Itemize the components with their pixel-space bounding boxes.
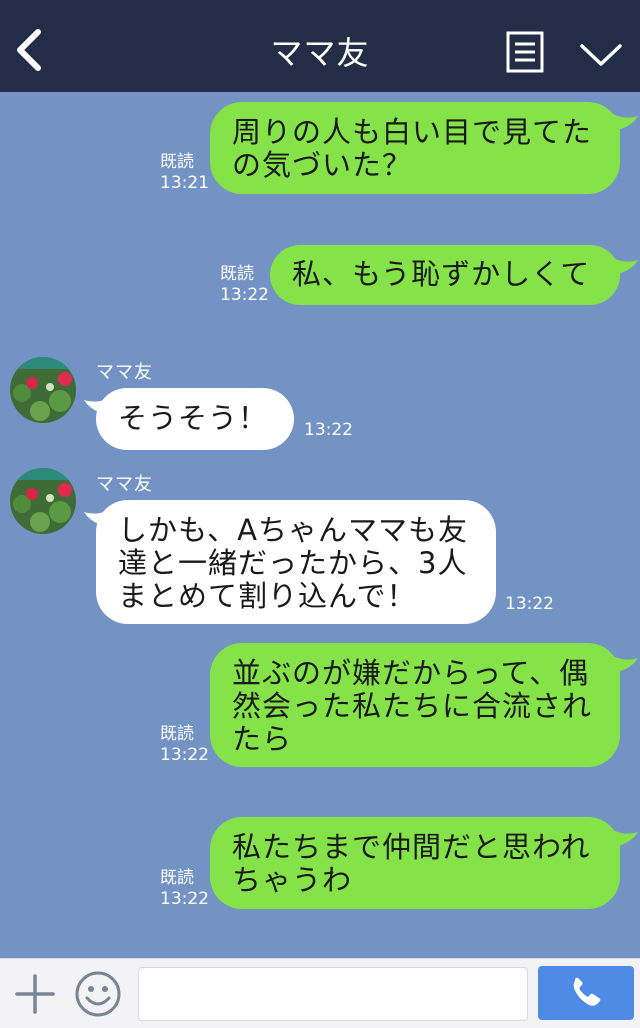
message-time: 13:22	[505, 594, 554, 614]
message-text: 私、もう恥ずかしくて	[292, 257, 591, 291]
outgoing-message[interactable]: 周りの人も白い目で見てた の気づいた？	[210, 102, 620, 194]
avatar[interactable]	[10, 468, 76, 534]
message-meta: 既読 13:22	[220, 264, 269, 306]
chat-header: ママ友	[0, 0, 640, 92]
avatar-image	[10, 468, 76, 534]
message-meta: 既読 13:22	[160, 868, 209, 910]
message-time: 13:21	[160, 173, 209, 193]
read-receipt: 既読	[220, 264, 254, 284]
incoming-message[interactable]: そうそう！	[96, 388, 294, 450]
notes-icon	[506, 31, 544, 73]
read-receipt: 既読	[160, 868, 194, 888]
message-time: 13:22	[304, 420, 353, 440]
phone-icon	[573, 977, 601, 1006]
message-time: 13:22	[160, 889, 209, 909]
call-button[interactable]	[538, 966, 634, 1020]
plus-icon	[15, 974, 55, 1014]
avatar-image	[10, 357, 76, 423]
incoming-message[interactable]: しかも、Aちゃんママも友 達と一緒だったから、3人 まとめて割り込んで！	[96, 500, 496, 624]
message-time: 13:22	[220, 285, 269, 305]
message-timeline[interactable]: 既読 13:21 周りの人も白い目で見てた の気づいた？ 既読 13:22 私、…	[0, 92, 640, 958]
emoji-button[interactable]	[74, 970, 122, 1018]
smile-icon	[75, 971, 121, 1017]
chat-title: ママ友	[270, 34, 370, 72]
message-text: そうそう！	[118, 401, 269, 435]
chevron-down-icon	[580, 44, 622, 66]
message-input[interactable]	[138, 967, 528, 1021]
message-text: 並ぶのが嫌だからって、偶 然会った私たちに合流され たら	[232, 656, 593, 756]
message-text: 周りの人も白い目で見てた の気づいた？	[232, 115, 593, 182]
message-text: しかも、Aちゃんママも友 達と一緒だったから、3人 まとめて割り込んで！	[118, 513, 468, 613]
sender-name: ママ友	[96, 474, 153, 495]
outgoing-message[interactable]: 並ぶのが嫌だからって、偶 然会った私たちに合流され たら	[210, 643, 620, 767]
message-meta: 既読 13:22	[160, 724, 209, 766]
add-button[interactable]	[14, 973, 56, 1015]
notes-button[interactable]	[506, 31, 544, 73]
avatar[interactable]	[10, 357, 76, 423]
read-receipt: 既読	[160, 724, 194, 744]
read-receipt: 既読	[160, 152, 194, 172]
outgoing-message[interactable]: 私たちまで仲間だと思われ ちゃうわ	[210, 817, 620, 909]
input-bar	[0, 958, 640, 1028]
message-text: 私たちまで仲間だと思われ ちゃうわ	[232, 830, 591, 897]
message-meta: 既読 13:21	[160, 152, 209, 194]
outgoing-message[interactable]: 私、もう恥ずかしくて	[270, 245, 620, 305]
menu-button[interactable]	[578, 38, 624, 70]
sender-name: ママ友	[96, 362, 153, 383]
message-time: 13:22	[160, 745, 209, 765]
